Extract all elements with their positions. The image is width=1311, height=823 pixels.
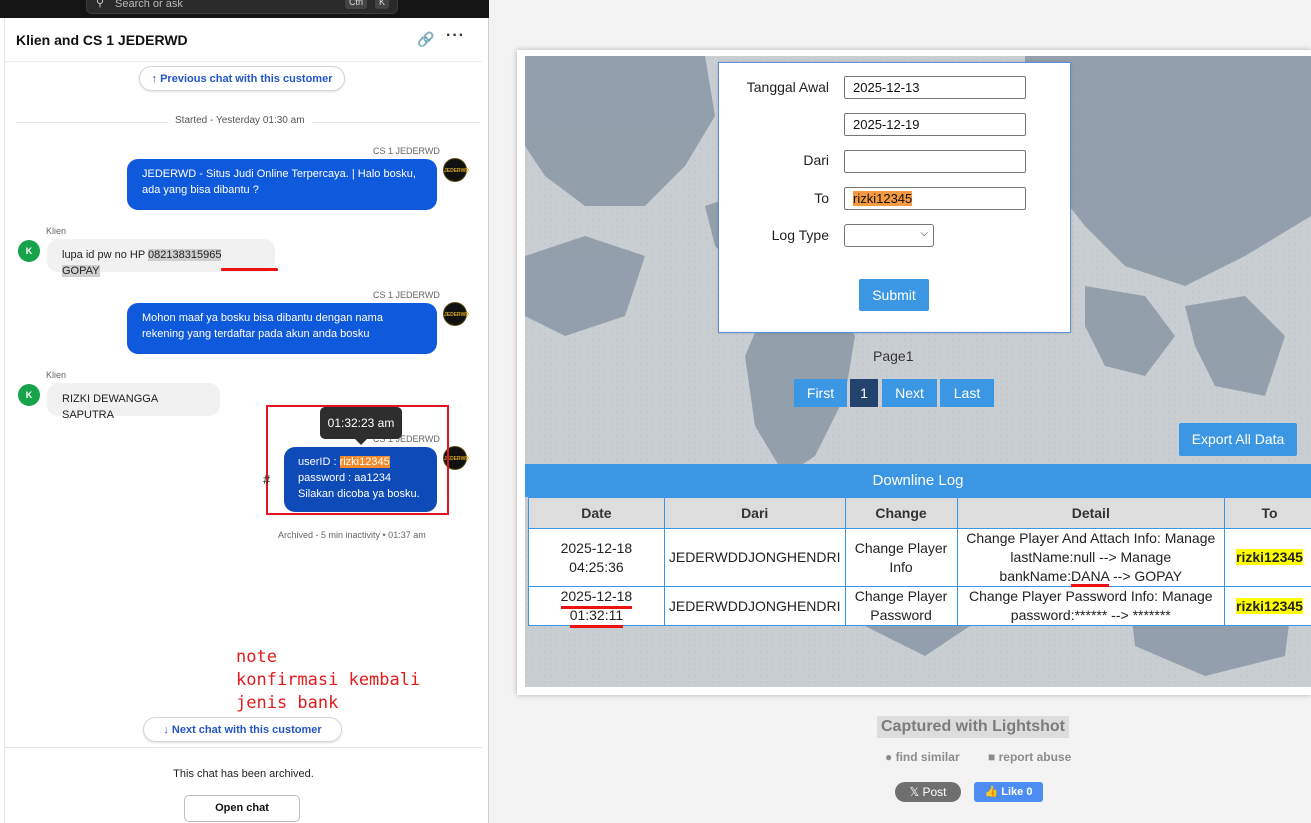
message-bubble-agent: JEDERWD - Situs Judi Online Terpercaya. … bbox=[127, 159, 437, 210]
sender-label: CS 1 JEDERWD bbox=[373, 290, 440, 300]
page-label: Page1 bbox=[873, 348, 914, 364]
first-page-button[interactable]: First bbox=[794, 379, 847, 407]
arrow-up-icon: ↑ bbox=[151, 73, 158, 85]
archived-message: This chat has been archived. bbox=[173, 768, 314, 780]
customer-avatar: K bbox=[18, 240, 40, 262]
chat-started-label: Started - Yesterday 01:30 am bbox=[168, 115, 312, 126]
captured-with-lightshot: Captured with Lightshot bbox=[877, 716, 1069, 738]
cell-date: 2025-12-18 04:25:36 bbox=[528, 528, 665, 587]
cell-change: Change Player Info bbox=[844, 528, 958, 587]
search-placeholder: Search or ask bbox=[115, 0, 183, 10]
page-1-button[interactable]: 1 bbox=[850, 379, 878, 407]
chat-header: Klien and CS 1 JEDERWD 🔗 ··· bbox=[5, 18, 482, 62]
annotation-note: note konfirmasi kembali jenis bank bbox=[236, 647, 421, 713]
archived-status: Archived - 5 min inactivity • 01:37 am bbox=[278, 530, 426, 540]
chat-panel: ⚲ Search or ask Ctrl K Klien and CS 1 JE… bbox=[0, 0, 489, 823]
open-chat-button[interactable]: Open chat bbox=[184, 795, 300, 822]
map-background: Tanggal Awal 2025-12-13 2025-12-19 Dari … bbox=[525, 56, 1311, 687]
column-header: Change bbox=[844, 497, 958, 529]
submit-button[interactable]: Submit bbox=[859, 279, 929, 311]
x-icon: 𝕏 bbox=[909, 785, 923, 799]
agent-avatar: JEDERWD bbox=[443, 302, 469, 326]
sender-label: Klien bbox=[46, 226, 67, 236]
timestamp-tooltip: 01:32:23 am bbox=[320, 407, 402, 439]
cell-to: rizki12345 bbox=[1223, 586, 1311, 626]
agent-avatar: JEDERWD bbox=[443, 158, 469, 182]
cell-change: Change Player Password bbox=[844, 586, 958, 626]
find-similar-link[interactable]: ● find similar bbox=[885, 750, 960, 764]
table-row: 2025-12-18 01:32:11 JEDERWDDJONGHENDRI C… bbox=[528, 586, 1311, 628]
chat-window: Klien and CS 1 JEDERWD 🔗 ··· ↑ Previous … bbox=[4, 18, 482, 823]
report-abuse-link[interactable]: ■ report abuse bbox=[988, 750, 1071, 764]
to-input[interactable]: rizki12345 bbox=[844, 187, 1026, 210]
filter-form: Tanggal Awal 2025-12-13 2025-12-19 Dari … bbox=[718, 62, 1071, 333]
sender-label: CS 1 JEDERWD bbox=[373, 146, 440, 156]
to-label: To bbox=[814, 190, 829, 206]
log-type-label: Log Type bbox=[771, 227, 829, 243]
cell-to: rizki12345 bbox=[1223, 528, 1311, 587]
sender-label: Klien bbox=[46, 370, 67, 380]
chat-footer: This chat has been archived. Open chat bbox=[5, 747, 482, 823]
end-date-input[interactable]: 2025-12-19 bbox=[844, 113, 1026, 136]
cell-detail: Change Player Password Info: Manage passw… bbox=[956, 586, 1225, 626]
log-type-select[interactable]: ⌵ bbox=[844, 224, 934, 247]
chat-title: Klien and CS 1 JEDERWD bbox=[16, 32, 188, 48]
screenshot-frame: Tanggal Awal 2025-12-13 2025-12-19 Dari … bbox=[517, 50, 1311, 695]
table-header-row: Date Dari Change Detail To bbox=[528, 497, 1311, 529]
message-bubble-customer: RIZKI DEWANGGA SAPUTRA bbox=[47, 383, 220, 421]
last-page-button[interactable]: Last bbox=[940, 379, 994, 407]
annotation-underline bbox=[221, 268, 278, 271]
cell-date: 2025-12-18 01:32:11 bbox=[528, 586, 665, 628]
thumbs-up-icon: 👍 bbox=[984, 786, 1002, 798]
start-date-input[interactable]: 2025-12-13 bbox=[844, 76, 1026, 99]
customer-avatar: K bbox=[18, 384, 40, 406]
cell-dari: JEDERWDDJONGHENDRI bbox=[663, 586, 846, 626]
chevron-down-icon: ⌵ bbox=[920, 228, 928, 239]
message-bubble-agent: Mohon maaf ya bosku bisa dibantu dengan … bbox=[127, 303, 437, 354]
kbd-ctrl: Ctrl bbox=[345, 0, 367, 9]
x-post-button[interactable]: 𝕏 Post bbox=[895, 782, 961, 802]
export-all-button[interactable]: Export All Data bbox=[1179, 423, 1297, 456]
kbd-k: K bbox=[375, 0, 390, 9]
arrow-down-icon: ↓ bbox=[163, 724, 169, 736]
column-header: Date bbox=[528, 497, 665, 529]
tooltip-arrow bbox=[355, 439, 367, 445]
column-header: To bbox=[1223, 497, 1311, 529]
hash-mark: # bbox=[263, 472, 271, 487]
downline-log-title: Downline Log bbox=[525, 464, 1311, 497]
more-options-icon[interactable]: ··· bbox=[446, 27, 465, 45]
screenshot-viewer: Tanggal Awal 2025-12-13 2025-12-19 Dari … bbox=[489, 0, 1311, 823]
flag-icon: ■ bbox=[988, 750, 999, 764]
dari-label: Dari bbox=[803, 152, 829, 168]
downline-log-table: Date Dari Change Detail To 2025-12-18 04… bbox=[528, 497, 1311, 628]
link-icon[interactable]: 🔗 bbox=[417, 31, 434, 48]
cell-detail: Change Player And Attach Info: Manage la… bbox=[956, 528, 1225, 587]
next-chat-button[interactable]: ↓ Next chat with this customer bbox=[143, 717, 342, 742]
search-icon: ⚲ bbox=[96, 0, 105, 9]
top-bar: ⚲ Search or ask Ctrl K bbox=[0, 0, 489, 18]
column-header: Dari bbox=[663, 497, 846, 529]
cell-dari: JEDERWDDJONGHENDRI bbox=[663, 528, 846, 587]
column-header: Detail bbox=[956, 497, 1225, 529]
previous-chat-button[interactable]: ↑ Previous chat with this customer bbox=[139, 66, 345, 91]
next-page-button[interactable]: Next bbox=[882, 379, 937, 407]
tanggal-awal-label: Tanggal Awal bbox=[746, 79, 829, 95]
table-row: 2025-12-18 04:25:36 JEDERWDDJONGHENDRI C… bbox=[528, 528, 1311, 587]
facebook-like-button[interactable]: 👍 Like 0 bbox=[974, 782, 1043, 802]
camera-icon: ● bbox=[885, 750, 896, 764]
dari-input[interactable] bbox=[844, 150, 1026, 173]
search-input[interactable]: ⚲ Search or ask Ctrl K bbox=[86, 0, 398, 14]
